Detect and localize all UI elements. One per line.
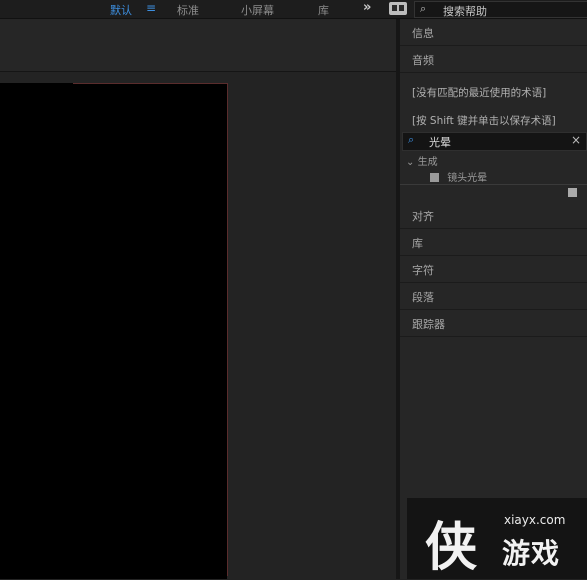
help-search-field[interactable]: ⌕ 搜索帮助: [414, 1, 587, 18]
panel-align-title: 对齐: [412, 210, 434, 223]
workspace-default[interactable]: 默认: [110, 2, 132, 18]
panel-info-title: 信息: [412, 27, 434, 40]
workspace-small-screen[interactable]: 小屏幕: [241, 2, 274, 18]
effects-item-label: 镜头光晕: [447, 173, 488, 184]
clear-icon[interactable]: ×: [571, 133, 581, 147]
layer-bounds: [73, 83, 228, 576]
panel-tracker-title: 跟踪器: [412, 318, 445, 331]
chevron-down-icon: ⌄: [406, 157, 415, 168]
effects-search-value: 光晕: [429, 136, 451, 149]
effects-category[interactable]: ⌄ 生成: [406, 153, 438, 168]
panel-character-title: 字符: [412, 264, 434, 277]
right-panel-stack: 信息 音频 [没有匹配的最近使用的术语] [按 Shift 键并单击以保存术语]…: [400, 19, 587, 579]
effect-icon: [430, 173, 439, 182]
workspace-library[interactable]: 库: [318, 2, 329, 18]
effects-divider: [400, 184, 587, 185]
composition-header: [0, 19, 396, 72]
search-icon: ⌕: [408, 133, 415, 146]
panel-character[interactable]: 字符: [400, 256, 587, 283]
watermark-url: xiayx.com: [504, 513, 566, 527]
effects-hint-shift: [按 Shift 键并单击以保存术语]: [412, 115, 556, 127]
panel-audio-title: 音频: [412, 54, 434, 67]
effects-category-label: 生成: [417, 157, 438, 168]
hamburger-icon[interactable]: ≡: [146, 1, 156, 15]
effects-hint-recent: [没有匹配的最近使用的术语]: [412, 87, 547, 99]
more-workspaces-button[interactable]: »: [363, 0, 371, 15]
panel-tracker[interactable]: 跟踪器: [400, 310, 587, 337]
search-icon: ⌕: [420, 2, 427, 15]
workspace-standard[interactable]: 标准: [177, 2, 199, 18]
watermark-logo-char: 侠: [425, 517, 478, 578]
panel-info[interactable]: 信息: [400, 19, 587, 46]
panel-paragraph[interactable]: 段落: [400, 283, 587, 310]
panel-libraries-title: 库: [412, 237, 423, 250]
panel-paragraph-title: 段落: [412, 291, 434, 304]
effects-item-lens-flare[interactable]: 镜头光晕: [430, 169, 487, 184]
panel-libraries[interactable]: 库: [400, 229, 587, 256]
panel-align[interactable]: 对齐: [400, 202, 587, 229]
new-bin-icon[interactable]: [568, 188, 577, 197]
workspace-toggle-icon[interactable]: [389, 2, 407, 15]
panel-audio[interactable]: 音频: [400, 46, 587, 73]
watermark-logo-text: 游戏: [502, 537, 561, 570]
effects-search-field[interactable]: ⌕ 光晕 ×: [402, 132, 587, 151]
workspace-bar: 默认 ≡ 标准 小屏幕 库 » ⌕ 搜索帮助: [0, 0, 587, 19]
help-search-placeholder: 搜索帮助: [443, 5, 487, 18]
